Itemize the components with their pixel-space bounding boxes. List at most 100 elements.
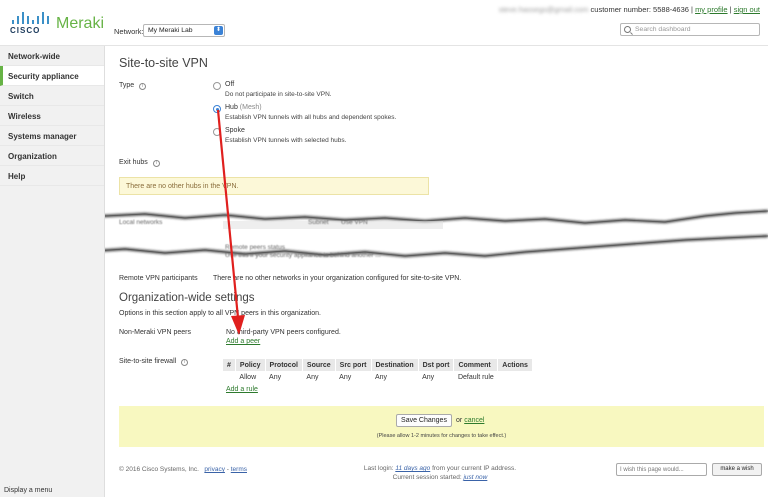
option-spoke-label: Spoke bbox=[225, 127, 245, 134]
sidebar-item-security-appliance[interactable]: Security appliance bbox=[0, 66, 104, 86]
exit-hubs-label: Exit hubs i bbox=[119, 159, 160, 167]
sidebar-item-network-wide[interactable]: Network-wide bbox=[0, 46, 104, 66]
cell-number bbox=[223, 371, 235, 383]
select-arrows-icon: ⬍ bbox=[214, 26, 223, 35]
sidebar-item-organization[interactable]: Organization bbox=[0, 146, 104, 166]
local-networks-label: Local networks bbox=[119, 219, 163, 226]
firewall-label-text: Site-to-site firewall bbox=[119, 358, 177, 365]
terms-link[interactable]: terms bbox=[231, 466, 247, 473]
col-src-port: Src port bbox=[335, 359, 372, 371]
col-source: Source bbox=[302, 359, 336, 371]
top-bar: CISCO Meraki Network: My Meraki Lab ⬍ st… bbox=[0, 0, 768, 46]
sidebar-item-systems-manager[interactable]: Systems manager bbox=[0, 126, 104, 146]
save-or-cancel: or cancel bbox=[456, 417, 484, 424]
col-protocol: Protocol bbox=[265, 359, 303, 371]
exit-hubs-notice: There are no other hubs in the VPN. bbox=[119, 177, 429, 195]
save-changes-button[interactable]: Save Changes bbox=[396, 414, 452, 427]
wish-input[interactable]: I wish this page would... bbox=[616, 463, 707, 476]
col-actions: Actions bbox=[497, 359, 533, 371]
sidebar-item-wireless[interactable]: Wireless bbox=[0, 106, 104, 126]
cell-protocol: Any bbox=[269, 373, 282, 381]
radio-hub[interactable] bbox=[213, 105, 221, 113]
sign-out-link[interactable]: sign out bbox=[734, 5, 760, 14]
sidebar-item-help[interactable]: Help bbox=[0, 166, 104, 186]
option-hub-sub: (Mesh) bbox=[239, 104, 262, 111]
remote-peers-desc: Use this if your security appliance is b… bbox=[225, 252, 381, 259]
or-text: or bbox=[456, 417, 463, 424]
non-meraki-peers-label: Non-Meraki VPN peers bbox=[119, 329, 191, 336]
option-spoke-title: Spoke bbox=[225, 127, 245, 134]
last-login-label: Last login: bbox=[363, 465, 394, 472]
use-vpn-header: Use VPN bbox=[341, 219, 368, 226]
cell-comment: Default rule bbox=[457, 373, 494, 381]
subnet-header: Subnet bbox=[308, 219, 329, 226]
last-login-time: 11 days ago bbox=[395, 465, 431, 472]
customer-number: customer number: 5588-4636 bbox=[590, 5, 689, 14]
info-icon[interactable]: i bbox=[181, 359, 189, 366]
option-off-desc: Do not participate in site-to-site VPN. bbox=[225, 91, 332, 98]
cell-source: Any bbox=[306, 373, 319, 381]
my-profile-link[interactable]: my profile bbox=[695, 5, 728, 14]
main-content: Site-to-site VPN Type i Off Do not partic… bbox=[0, 46, 768, 497]
org-settings-desc: Options in this section apply to all VPN… bbox=[119, 310, 321, 317]
option-hub-desc: Establish VPN tunnels with all hubs and … bbox=[225, 114, 397, 121]
search-placeholder: Search dashboard bbox=[635, 26, 691, 33]
search-input[interactable]: Search dashboard bbox=[620, 23, 760, 36]
network-select-value: My Meraki Lab bbox=[148, 27, 193, 34]
torn-edge-graphic bbox=[0, 206, 768, 272]
make-a-wish-button[interactable]: make a wish bbox=[712, 463, 762, 476]
firewall-header-row: # Policy Protocol Source Src port Destin… bbox=[223, 359, 533, 371]
footer-dash: - bbox=[226, 466, 229, 473]
sidebar-item-switch[interactable]: Switch bbox=[0, 86, 104, 106]
cell-src-port: Any bbox=[339, 373, 352, 381]
remote-peers-label: Remote peers status bbox=[225, 244, 285, 251]
firewall-table: # Policy Protocol Source Src port Destin… bbox=[223, 359, 533, 383]
cell-policy: Allow bbox=[239, 373, 257, 381]
session-label: Current session started: bbox=[392, 474, 462, 481]
remote-participants-label: Remote VPN participants bbox=[119, 275, 198, 282]
option-off-label: Off bbox=[225, 81, 235, 88]
search-icon bbox=[624, 26, 631, 33]
radio-off[interactable] bbox=[213, 82, 221, 90]
col-comment: Comment bbox=[453, 359, 499, 371]
col-destination: Destination bbox=[371, 359, 419, 371]
copyright-text: © 2016 Cisco Systems, Inc. bbox=[119, 466, 199, 473]
footer-left: © 2016 Cisco Systems, Inc. privacy - ter… bbox=[119, 466, 247, 473]
network-label: Network: bbox=[114, 27, 144, 36]
cisco-wordmark: CISCO bbox=[10, 26, 41, 35]
display-menu-text: Display a menu bbox=[4, 487, 53, 494]
session-time: just now bbox=[463, 474, 488, 481]
add-rule-link[interactable]: Add a rule bbox=[226, 386, 258, 393]
torn-paper-cut: Local networks Subnet Use VPN Remote pee… bbox=[0, 206, 768, 272]
account-bar: steve.hassegs@gmail.com customer number:… bbox=[499, 5, 760, 14]
option-hub-title: Hub (Mesh) bbox=[225, 104, 262, 111]
privacy-link[interactable]: privacy bbox=[204, 466, 225, 473]
exit-hubs-label-text: Exit hubs bbox=[119, 159, 148, 166]
col-policy: Policy bbox=[235, 359, 266, 371]
col-number: # bbox=[223, 359, 236, 371]
cell-destination: Any bbox=[375, 373, 388, 381]
info-icon[interactable]: i bbox=[152, 160, 160, 167]
last-login-suffix: from your current IP address. bbox=[432, 465, 517, 472]
footer-session-info: Last login: 11 days ago from your curren… bbox=[355, 464, 525, 482]
account-email: steve.hassegs@gmail.com bbox=[498, 5, 589, 14]
cell-dst-port: Any bbox=[422, 373, 435, 381]
cell-actions bbox=[498, 371, 533, 383]
sidebar: Network-wide Security appliance Switch W… bbox=[0, 46, 105, 497]
cisco-bars-icon bbox=[12, 12, 52, 24]
info-icon[interactable]: i bbox=[139, 83, 147, 90]
non-meraki-peers-value: No third-party VPN peers configured. bbox=[226, 329, 341, 336]
cisco-meraki-logo[interactable]: CISCO Meraki bbox=[8, 12, 108, 38]
type-label-text: Type bbox=[119, 82, 135, 89]
radio-spoke[interactable] bbox=[213, 128, 221, 136]
separator: | bbox=[691, 5, 693, 14]
add-peer-link[interactable]: Add a peer bbox=[226, 338, 260, 345]
separator: | bbox=[729, 5, 732, 14]
save-note: (Please allow 1-2 minutes for changes to… bbox=[376, 433, 507, 439]
option-spoke-desc: Establish VPN tunnels with selected hubs… bbox=[225, 137, 347, 144]
cancel-link[interactable]: cancel bbox=[464, 417, 484, 424]
remote-participants-value: There are no other networks in your orga… bbox=[213, 275, 462, 282]
network-select[interactable]: My Meraki Lab ⬍ bbox=[143, 24, 225, 37]
option-hub-label: Hub bbox=[225, 104, 238, 111]
site-to-site-firewall-label: Site-to-site firewall i bbox=[119, 358, 189, 366]
